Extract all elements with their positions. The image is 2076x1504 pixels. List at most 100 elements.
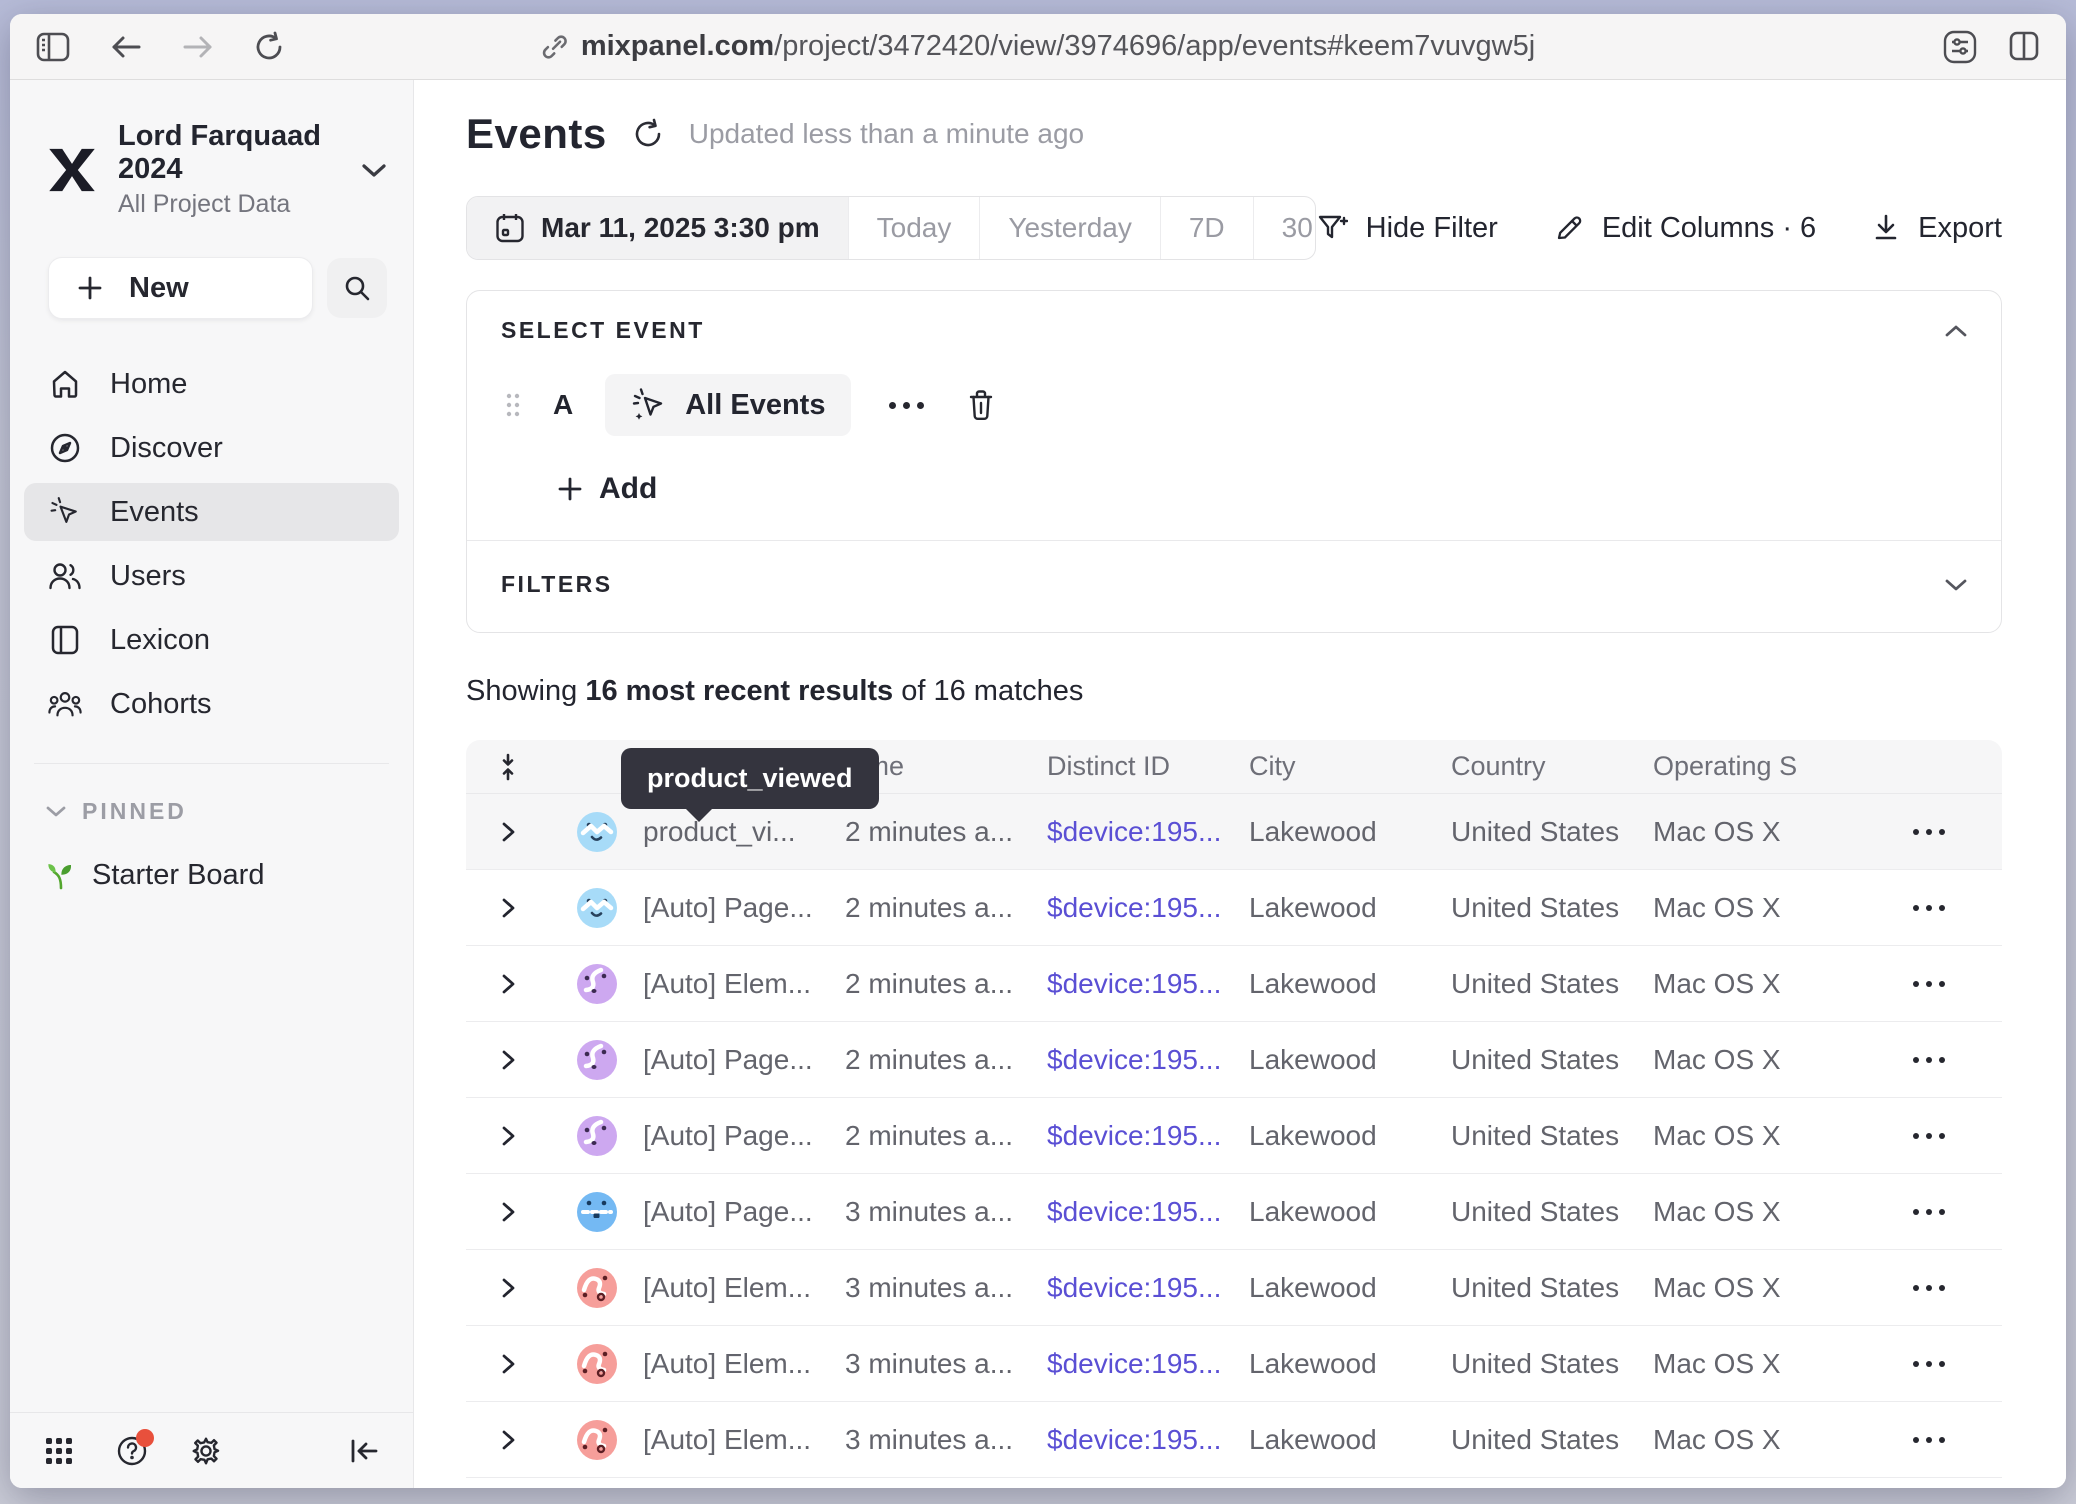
column-header-city[interactable]: City: [1249, 751, 1451, 782]
row-actions-menu[interactable]: [1855, 1437, 2002, 1443]
range-yesterday[interactable]: Yesterday: [980, 197, 1161, 259]
distinct-id-link[interactable]: $device:195...: [1047, 892, 1249, 924]
refresh-results-icon[interactable]: [633, 118, 663, 150]
sidebar-item-lexicon[interactable]: Lexicon: [24, 611, 399, 669]
column-header-distinct-id[interactable]: Distinct ID: [1047, 751, 1249, 782]
sidebar-item-home[interactable]: Home: [24, 355, 399, 413]
pinned-section-header[interactable]: PINNED: [10, 764, 413, 825]
row-expand-chevron-icon[interactable]: [466, 820, 550, 844]
range-7d[interactable]: 7D: [1161, 197, 1254, 259]
edit-columns-button[interactable]: Edit Columns · 6: [1554, 212, 1816, 245]
distinct-id-link[interactable]: $device:195...: [1047, 1196, 1249, 1228]
distinct-id-link[interactable]: $device:195...: [1047, 968, 1249, 1000]
event-name-cell[interactable]: [Auto] Elem...: [643, 1424, 845, 1456]
date-range-control: Mar 11, 2025 3:30 pm Today Yesterday 7D …: [466, 196, 1316, 260]
row-expand-chevron-icon[interactable]: [466, 896, 550, 920]
row-expand-chevron-icon[interactable]: [466, 1048, 550, 1072]
time-cell: 2 minutes a...: [845, 1120, 1047, 1152]
refresh-button-icon[interactable]: [254, 31, 284, 63]
sidebar-item-users[interactable]: Users: [24, 547, 399, 605]
row-actions-menu[interactable]: [1855, 1361, 2002, 1367]
sidebar-item-starter-board[interactable]: Starter Board: [10, 825, 413, 892]
distinct-id-link[interactable]: $device:195...: [1047, 816, 1249, 848]
settings-gear-icon[interactable]: [190, 1435, 222, 1467]
event-name-cell[interactable]: product_vi...: [643, 816, 845, 848]
address-bar[interactable]: mixpanel.com/project/3472420/view/397469…: [541, 14, 1535, 79]
results-summary: Showing 16 most recent results of 16 mat…: [466, 675, 2002, 708]
table-row[interactable]: [Auto] Elem... 3 minutes a... $device:19…: [466, 1250, 2002, 1326]
page-settings-icon[interactable]: [1942, 30, 1978, 64]
table-row[interactable]: [Auto] Elem... 3 minutes a... $device:19…: [466, 1402, 2002, 1478]
hide-filter-button[interactable]: Hide Filter: [1316, 212, 1498, 245]
sidebar-item-cohorts[interactable]: Cohorts: [24, 675, 399, 733]
collapse-sidebar-icon[interactable]: [349, 1438, 379, 1464]
event-name-cell[interactable]: [Auto] Elem...: [643, 1272, 845, 1304]
event-name-cell[interactable]: [Auto] Page...: [643, 892, 845, 924]
trash-icon[interactable]: [966, 388, 996, 422]
row-actions-menu[interactable]: [1855, 829, 2002, 835]
sidebar-item-discover[interactable]: Discover: [24, 419, 399, 477]
collapse-rows-icon[interactable]: [466, 752, 550, 782]
new-button[interactable]: New: [48, 257, 313, 319]
column-header-os[interactable]: Operating S: [1653, 751, 1855, 782]
distinct-id-link[interactable]: $device:195...: [1047, 1044, 1249, 1076]
sidebar-item-events[interactable]: Events: [24, 483, 399, 541]
row-expand-chevron-icon[interactable]: [466, 1352, 550, 1376]
event-name-cell[interactable]: [Auto] Page...: [643, 1120, 845, 1152]
event-name-cell[interactable]: [Auto] Elem...: [643, 968, 845, 1000]
event-name-cell[interactable]: [Auto] Page...: [643, 1044, 845, 1076]
row-expand-chevron-icon[interactable]: [466, 1276, 550, 1300]
row-actions-menu[interactable]: [1855, 1133, 2002, 1139]
help-button[interactable]: [116, 1435, 148, 1467]
table-row[interactable]: [Auto] Page... 2 minutes a... $device:19…: [466, 1022, 2002, 1098]
filters-header[interactable]: FILTERS: [501, 571, 1967, 598]
select-event-header[interactable]: SELECT EVENT: [501, 317, 1967, 344]
table-row[interactable]: [Auto] Page... 2 minutes a... $device:19…: [466, 870, 2002, 946]
export-button[interactable]: Export: [1872, 212, 2002, 245]
distinct-id-link[interactable]: $device:195...: [1047, 1272, 1249, 1304]
event-avatar: [550, 1192, 643, 1232]
os-cell: Mac OS X: [1653, 1196, 1855, 1228]
search-button[interactable]: [327, 258, 387, 318]
table-row[interactable]: [Auto] Elem... 3 minutes a... $device:19…: [466, 1326, 2002, 1402]
distinct-id-link[interactable]: $device:195...: [1047, 1424, 1249, 1456]
distinct-id-link[interactable]: $device:195...: [1047, 1120, 1249, 1152]
range-30d[interactable]: 30D: [1254, 197, 1316, 259]
sidebar-item-label: Cohorts: [110, 688, 212, 721]
event-name-cell[interactable]: [Auto] Page...: [643, 1196, 845, 1228]
table-row[interactable]: [Auto] Page... 3 minutes a... $device:19…: [466, 1174, 2002, 1250]
row-expand-chevron-icon[interactable]: [466, 1428, 550, 1452]
add-event-button[interactable]: Add: [557, 472, 1967, 506]
row-actions-menu[interactable]: [1855, 1285, 2002, 1291]
table-row[interactable]: [Auto] Page... 2 minutes a... $device:19…: [466, 1098, 2002, 1174]
time-cell: 3 minutes a...: [845, 1196, 1047, 1228]
all-events-chip[interactable]: All Events: [605, 374, 851, 436]
os-cell: Mac OS X: [1653, 1044, 1855, 1076]
row-expand-chevron-icon[interactable]: [466, 1124, 550, 1148]
browser-toolbar: mixpanel.com/project/3472420/view/397469…: [10, 14, 2066, 80]
apps-grid-icon[interactable]: [44, 1436, 74, 1466]
table-row[interactable]: [Auto] Elem... 4 minutes a... $device:19…: [466, 1478, 2002, 1488]
distinct-id-link[interactable]: $device:195...: [1047, 1348, 1249, 1380]
row-expand-chevron-icon[interactable]: [466, 1200, 550, 1224]
split-view-icon[interactable]: [2008, 30, 2040, 64]
event-avatar: [550, 1420, 643, 1460]
date-picker-button[interactable]: Mar 11, 2025 3:30 pm: [467, 197, 849, 259]
event-avatar: [550, 964, 643, 1004]
table-row[interactable]: [Auto] Elem... 2 minutes a... $device:19…: [466, 946, 2002, 1022]
column-header-country[interactable]: Country: [1451, 751, 1653, 782]
row-expand-chevron-icon[interactable]: [466, 972, 550, 996]
row-actions-menu[interactable]: [1855, 1057, 2002, 1063]
row-actions-menu[interactable]: [1855, 981, 2002, 987]
os-cell: Mac OS X: [1653, 968, 1855, 1000]
row-actions-menu[interactable]: [1855, 905, 2002, 911]
back-button-icon[interactable]: [110, 34, 142, 60]
project-switcher[interactable]: Lord Farquaad 2024 All Project Data: [10, 110, 413, 229]
event-more-options-button[interactable]: [889, 402, 924, 409]
drag-handle-icon[interactable]: [505, 390, 521, 420]
sidebar-toggle-icon[interactable]: [36, 32, 70, 62]
event-name-cell[interactable]: [Auto] Elem...: [643, 1348, 845, 1380]
chevron-down-icon: [46, 805, 66, 818]
range-today[interactable]: Today: [849, 197, 981, 259]
row-actions-menu[interactable]: [1855, 1209, 2002, 1215]
